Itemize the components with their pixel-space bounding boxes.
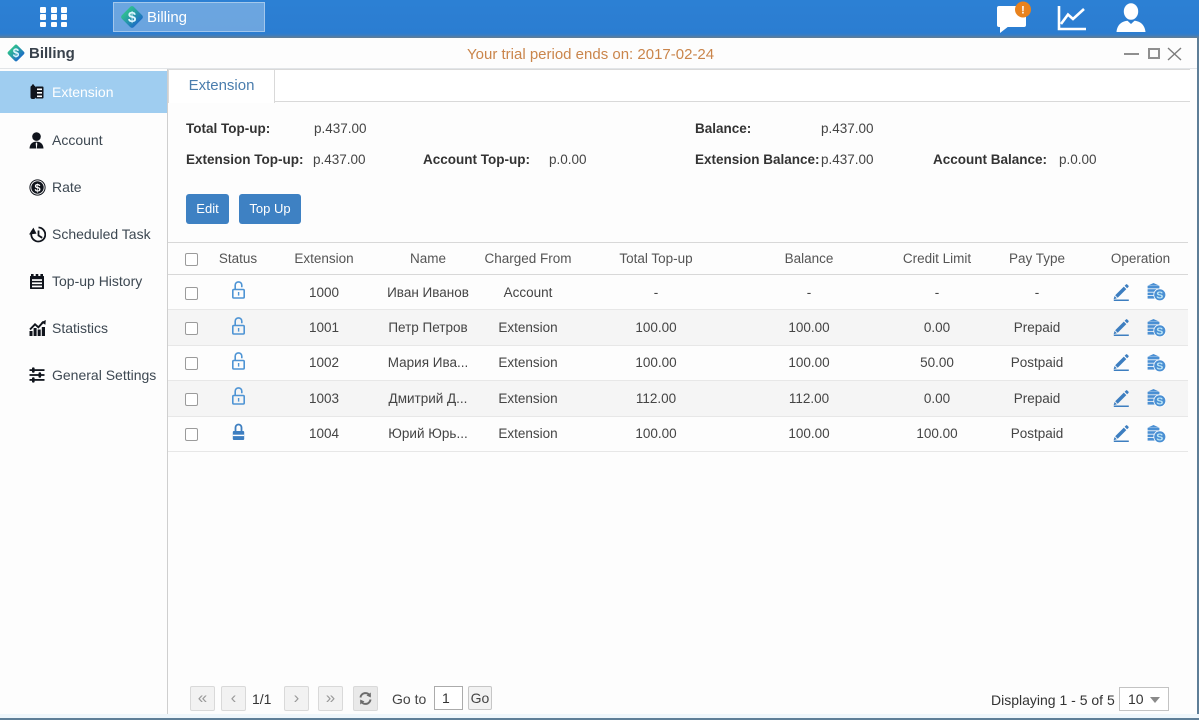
svg-text:$: $ [34, 182, 40, 194]
svg-text:S: S [1156, 431, 1163, 442]
svg-text:$: $ [128, 9, 137, 26]
svg-text:S: S [1156, 396, 1163, 407]
svg-text:S: S [1156, 361, 1163, 372]
svg-text:!: ! [1021, 5, 1025, 17]
svg-text:$: $ [13, 48, 20, 60]
svg-text:S: S [1156, 290, 1163, 301]
svg-text:S: S [1156, 325, 1163, 336]
